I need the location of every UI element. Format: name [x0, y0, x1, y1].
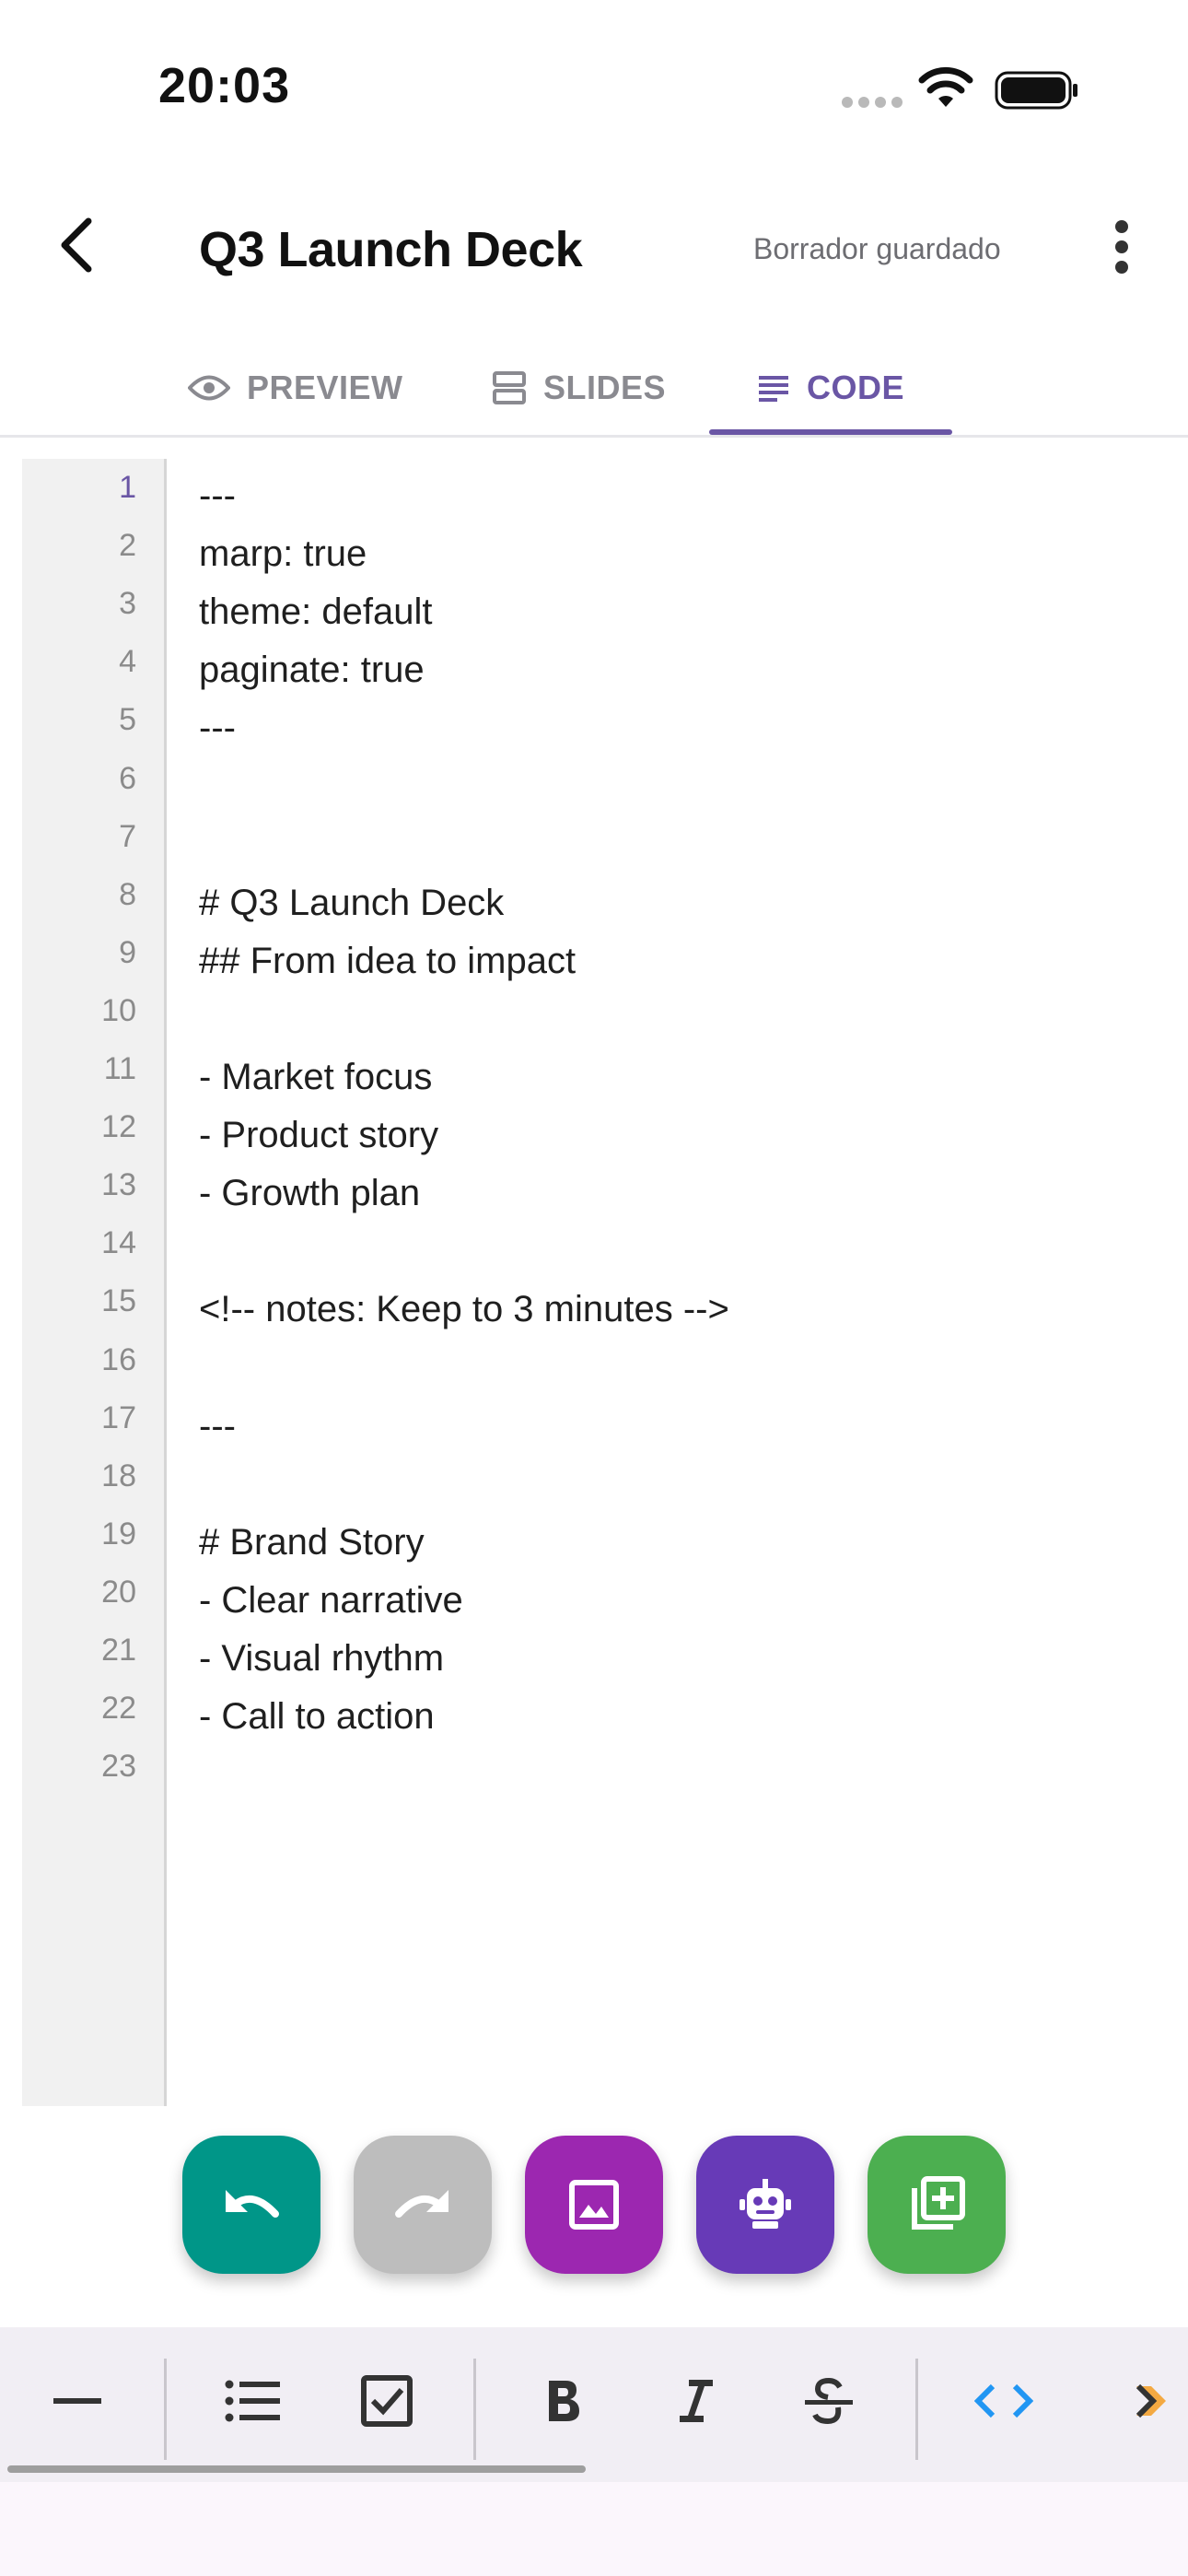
line-number: 1: [119, 470, 136, 505]
line-number: 9: [119, 934, 136, 970]
line-number: 2: [119, 528, 136, 564]
format-toolbar: [0, 2327, 1188, 2482]
code-line[interactable]: - Visual rhythm: [199, 1638, 444, 1680]
tab-bar: PREVIEW SLIDES CODE: [0, 341, 1188, 438]
code-line[interactable]: ---: [199, 1406, 236, 1447]
tab-preview[interactable]: PREVIEW: [188, 341, 403, 435]
signal-icon: [842, 96, 915, 108]
insert-image-button[interactable]: [525, 2136, 663, 2274]
robot-icon: [740, 2179, 791, 2229]
bold-button[interactable]: [518, 2355, 610, 2447]
add-slide-icon: [912, 2176, 965, 2230]
bulleted-list-button[interactable]: [206, 2355, 298, 2447]
code-line[interactable]: ---: [199, 708, 236, 749]
code-line[interactable]: theme: default: [199, 591, 433, 633]
line-number: 16: [101, 1341, 136, 1377]
eye-icon: [188, 375, 230, 401]
line-number: 10: [101, 992, 136, 1028]
wifi-icon: [918, 66, 973, 107]
line-number: 15: [101, 1283, 136, 1319]
code-line[interactable]: paginate: true: [199, 650, 425, 691]
line-number: 23: [101, 1749, 136, 1785]
toolbar-divider: [164, 2359, 167, 2460]
toolbar-divider: [915, 2359, 918, 2460]
draft-status-text: Borrador guardado: [753, 232, 1001, 265]
back-button[interactable]: [41, 208, 114, 282]
status-time: 20:03: [158, 58, 291, 113]
checklist-button[interactable]: [341, 2355, 433, 2447]
code-line[interactable]: - Call to action: [199, 1696, 435, 1738]
undo-icon: [226, 2190, 279, 2218]
quote-icon: [1136, 2383, 1166, 2418]
bottom-safe-area: [0, 2482, 1188, 2576]
code-line[interactable]: ---: [199, 475, 236, 517]
ai-assistant-button[interactable]: [696, 2136, 834, 2274]
code-line[interactable]: <!-- notes: Keep to 3 minutes -->: [199, 1289, 729, 1330]
tab-code[interactable]: CODE: [757, 341, 904, 435]
line-number: 12: [101, 1109, 136, 1145]
bold-icon: [549, 2381, 579, 2421]
line-number: 22: [101, 1691, 136, 1727]
strikethrough-button[interactable]: [783, 2355, 875, 2447]
italic-icon: [680, 2380, 713, 2422]
code-line[interactable]: - Product story: [199, 1115, 438, 1156]
code-line[interactable]: - Market focus: [199, 1057, 432, 1098]
battery-icon: [995, 71, 1077, 110]
redo-button[interactable]: [354, 2136, 492, 2274]
more-vert-icon: [1115, 220, 1128, 274]
line-number: 20: [101, 1574, 136, 1610]
quote-button[interactable]: [1096, 2355, 1188, 2447]
page-title: Q3 Launch Deck: [199, 222, 583, 277]
checklist-icon: [361, 2375, 413, 2427]
horizontal-rule-icon: [53, 2398, 101, 2404]
add-slide-button[interactable]: [868, 2136, 1006, 2274]
toolbar-scrollbar[interactable]: [7, 2465, 586, 2473]
status-bar: 20:03: [0, 0, 1188, 175]
code-line[interactable]: marp: true: [199, 533, 367, 575]
line-number: 7: [119, 818, 136, 854]
tab-slides-label: SLIDES: [543, 369, 667, 406]
line-number: 8: [119, 876, 136, 912]
line-number: 18: [101, 1458, 136, 1493]
line-number: 3: [119, 586, 136, 622]
tab-slides[interactable]: SLIDES: [492, 341, 666, 435]
code-line[interactable]: # Brand Story: [199, 1522, 425, 1563]
bulleted-list-icon: [225, 2380, 280, 2422]
code-line[interactable]: ## From idea to impact: [199, 941, 576, 982]
back-arrow-icon: [61, 217, 92, 273]
line-number: 17: [101, 1399, 136, 1435]
redo-icon: [395, 2190, 448, 2218]
strikethrough-icon: [805, 2378, 853, 2424]
line-number: 14: [101, 1225, 136, 1261]
line-number: 4: [119, 644, 136, 680]
image-icon: [569, 2180, 619, 2230]
more-options-button[interactable]: [1101, 208, 1142, 286]
tab-code-label: CODE: [807, 369, 905, 406]
notes-icon: [759, 376, 788, 402]
code-format-button[interactable]: [958, 2355, 1050, 2447]
code-editor[interactable]: 1 2 3 4 5 6 7 8 9 10 11 12 13 14 15 16 17 18 19 20 21 22 23 --…: [22, 459, 1188, 2106]
line-number: 11: [103, 1051, 136, 1086]
line-number: 13: [101, 1167, 136, 1203]
line-number: 6: [119, 760, 136, 796]
code-line[interactable]: - Clear narrative: [199, 1580, 463, 1622]
undo-button[interactable]: [182, 2136, 320, 2274]
italic-button[interactable]: [650, 2355, 742, 2447]
app-bar: Q3 Launch Deck Borrador guardado: [0, 175, 1188, 322]
line-number: 5: [119, 702, 136, 738]
code-line[interactable]: - Growth plan: [199, 1173, 420, 1214]
line-number: 19: [101, 1516, 136, 1551]
tab-preview-label: PREVIEW: [247, 369, 403, 406]
horizontal-rule-button[interactable]: [31, 2355, 123, 2447]
line-number: 21: [101, 1633, 136, 1668]
line-number-gutter: 1 2 3 4 5 6 7 8 9 10 11 12 13 14 15 16 17 18 19 20 21 22 23: [22, 459, 167, 2106]
active-tab-indicator: [709, 429, 952, 435]
code-line[interactable]: # Q3 Launch Deck: [199, 883, 504, 924]
slides-icon: [493, 371, 526, 404]
toolbar-divider: [473, 2359, 476, 2460]
code-icon: [974, 2383, 1033, 2418]
